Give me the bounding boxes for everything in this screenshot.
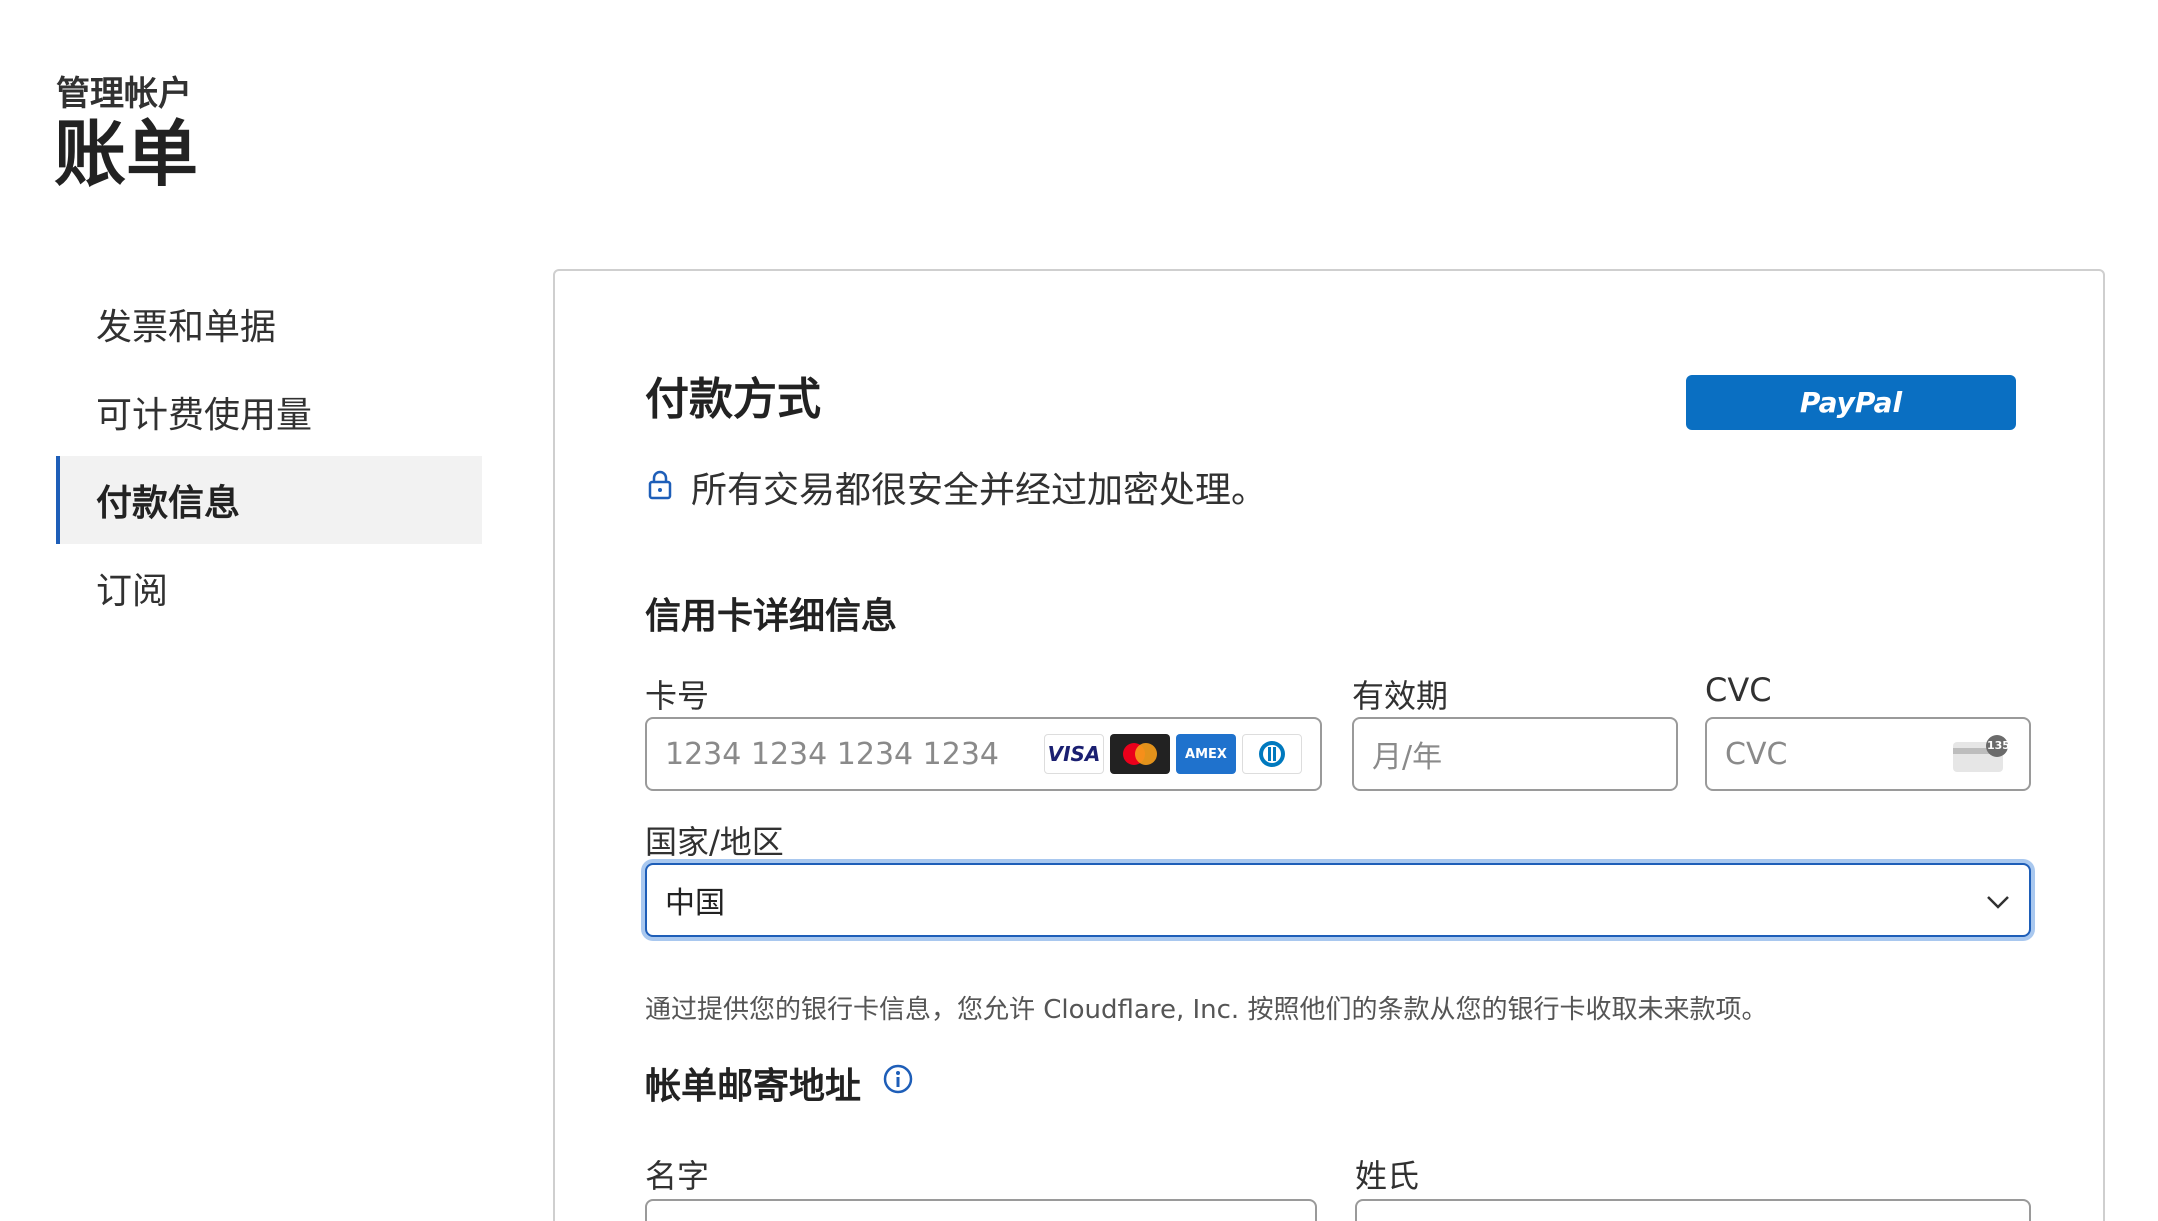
expiry-label: 有效期 bbox=[1352, 677, 1449, 715]
amex-icon: AMEX bbox=[1176, 734, 1236, 774]
sidebar-item-billable-usage[interactable]: 可计费使用量 bbox=[56, 368, 482, 456]
sidebar-item-subscriptions[interactable]: 订阅 bbox=[56, 544, 482, 632]
page-title: 账单 bbox=[54, 112, 199, 196]
sidebar-nav: 发票和单据 可计费使用量 付款信息 订阅 bbox=[56, 280, 482, 632]
lock-icon bbox=[647, 470, 673, 504]
billing-address-title: 帐单邮寄地址 bbox=[645, 1066, 862, 1107]
sidebar-item-payment-info[interactable]: 付款信息 bbox=[56, 456, 482, 544]
last-name-label: 姓氏 bbox=[1355, 1157, 1420, 1195]
billing-address-header: 帐单邮寄地址 bbox=[645, 1057, 913, 1109]
cvc-placeholder: CVC bbox=[1725, 736, 1788, 772]
card-number-label: 卡号 bbox=[645, 677, 710, 715]
payment-method-card: 付款方式 PayPal 所有交易都很安全并经过加密处理。 信用卡详细信息 卡号 … bbox=[553, 269, 2105, 1221]
info-icon[interactable] bbox=[883, 1064, 913, 1094]
paypal-button[interactable]: PayPal bbox=[1686, 375, 2016, 430]
breadcrumb[interactable]: 管理帐户 bbox=[56, 66, 192, 115]
first-name-label: 名字 bbox=[645, 1157, 710, 1195]
card-number-input[interactable]: 1234 1234 1234 1234 VISA AMEX bbox=[645, 717, 1322, 791]
cvc-card-icon: 135 bbox=[1951, 734, 2011, 774]
secure-text: 所有交易都很安全并经过加密处理。 bbox=[691, 470, 1268, 511]
billing-page: 管理帐户 账单 发票和单据 可计费使用量 付款信息 订阅 付款方式 PayPal… bbox=[0, 0, 2158, 1221]
authorization-notice: 通过提供您的银行卡信息，您允许 Cloudflare, Inc. 按照他们的条款… bbox=[645, 995, 1768, 1025]
diners-icon bbox=[1242, 734, 1302, 774]
card-details-title: 信用卡详细信息 bbox=[645, 596, 898, 637]
expiry-input[interactable]: 月/年 bbox=[1352, 717, 1678, 791]
card-brand-icons: VISA AMEX bbox=[1044, 734, 1302, 774]
country-select[interactable]: 中国 bbox=[645, 863, 2031, 937]
cvc-label: CVC bbox=[1705, 671, 1772, 709]
expiry-placeholder: 月/年 bbox=[1372, 740, 1443, 775]
sidebar-item-invoices[interactable]: 发票和单据 bbox=[56, 280, 482, 368]
cvc-icon-text: 135 bbox=[1987, 739, 2010, 752]
secure-notice: 所有交易都很安全并经过加密处理。 bbox=[647, 461, 1267, 513]
mastercard-icon bbox=[1110, 734, 1170, 774]
payment-method-title: 付款方式 bbox=[645, 374, 821, 425]
chevron-down-icon bbox=[1985, 883, 2011, 918]
first-name-input[interactable] bbox=[645, 1199, 1317, 1221]
cvc-input[interactable]: CVC 135 bbox=[1705, 717, 2031, 791]
visa-icon: VISA bbox=[1044, 734, 1104, 774]
country-value: 中国 bbox=[665, 886, 725, 921]
card-number-placeholder: 1234 1234 1234 1234 bbox=[665, 736, 999, 772]
country-label: 国家/地区 bbox=[645, 823, 784, 861]
last-name-input[interactable] bbox=[1355, 1199, 2031, 1221]
